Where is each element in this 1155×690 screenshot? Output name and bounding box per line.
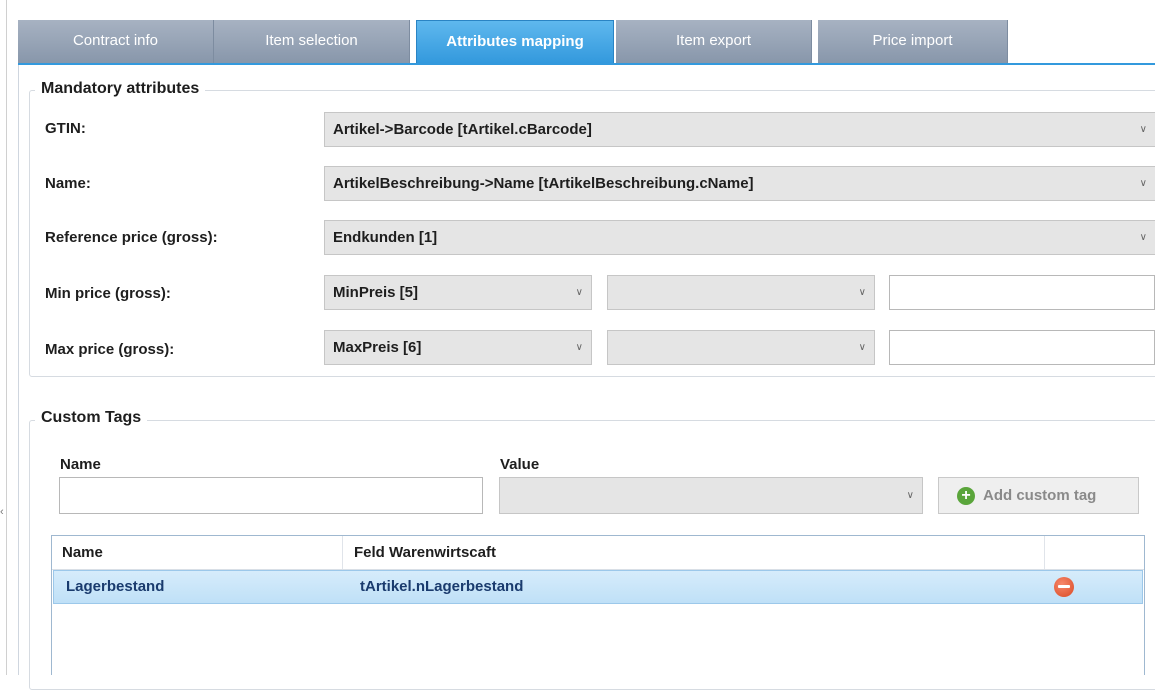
max-price-value: MaxPreis [6] — [333, 339, 422, 356]
tab-item-export[interactable]: Item export — [616, 20, 812, 64]
name-select[interactable]: ArtikelBeschreibung->Name [tArtikelBesch… — [324, 166, 1155, 201]
max-price-select[interactable]: MaxPreis [6] ∨ — [324, 330, 592, 365]
row-field-cell: tArtikel.nLagerbestand — [360, 578, 524, 595]
tab-item-selection[interactable]: Item selection — [214, 20, 410, 64]
tag-name-label: Name — [60, 456, 101, 473]
chevron-down-icon: ∨ — [1139, 232, 1147, 243]
chevron-down-icon: ∨ — [906, 490, 914, 501]
min-price-value: MinPreis [5] — [333, 284, 419, 301]
tab-attributes-mapping[interactable]: Attributes mapping — [416, 20, 614, 64]
gtin-select[interactable]: Artikel->Barcode [tArtikel.cBarcode] ∨ — [324, 112, 1155, 147]
reference-price-label: Reference price (gross): — [45, 229, 218, 246]
tag-value-select[interactable]: ∨ — [499, 477, 923, 514]
tag-value-label: Value — [500, 456, 540, 473]
max-price-label: Max price (gross): — [45, 341, 175, 358]
tab-contract-info[interactable]: Contract info — [18, 20, 214, 64]
max-price-secondary-select[interactable]: ∨ — [607, 330, 875, 365]
add-custom-tag-label: Add custom tag — [983, 487, 1097, 504]
chevron-down-icon: ∨ — [1139, 178, 1147, 189]
row-name-cell: Lagerbestand — [66, 578, 165, 595]
tag-name-input[interactable] — [59, 477, 483, 514]
reference-price-value: Endkunden [1] — [333, 229, 438, 246]
name-label: Name: — [45, 175, 91, 192]
column-separator — [342, 536, 343, 569]
column-separator — [1044, 536, 1045, 569]
gtin-value: Artikel->Barcode [tArtikel.cBarcode] — [333, 121, 592, 138]
chevron-down-icon: ∨ — [575, 287, 583, 298]
column-header-field[interactable]: Feld Warenwirtscaft — [354, 536, 496, 569]
plus-circle-icon: + — [957, 487, 975, 505]
min-price-label: Min price (gross): — [45, 285, 171, 302]
table-row[interactable]: Lagerbestand tArtikel.nLagerbestand — [53, 570, 1143, 604]
name-value: ArtikelBeschreibung->Name [tArtikelBesch… — [333, 175, 754, 192]
custom-tags-title: Custom Tags — [35, 409, 148, 427]
collapse-arrow-icon[interactable]: ‹ — [0, 506, 4, 518]
grid-header: Name Feld Warenwirtscaft — [52, 536, 1144, 570]
tab-price-import[interactable]: Price import — [818, 20, 1008, 64]
add-custom-tag-button[interactable]: + Add custom tag — [938, 477, 1139, 514]
chevron-down-icon: ∨ — [858, 342, 866, 353]
min-price-secondary-select[interactable]: ∨ — [607, 275, 875, 310]
gtin-label: GTIN: — [45, 120, 86, 137]
reference-price-select[interactable]: Endkunden [1] ∨ — [324, 220, 1155, 255]
window-edge — [6, 0, 7, 675]
min-price-select[interactable]: MinPreis [5] ∨ — [324, 275, 592, 310]
mandatory-attributes-title: Mandatory attributes — [35, 80, 206, 98]
chevron-down-icon: ∨ — [575, 342, 583, 353]
chevron-down-icon: ∨ — [1139, 124, 1147, 135]
min-price-input[interactable] — [889, 275, 1155, 310]
column-header-name[interactable]: Name — [62, 536, 103, 569]
max-price-input[interactable] — [889, 330, 1155, 365]
custom-tags-grid: Name Feld Warenwirtscaft Lagerbestand tA… — [51, 535, 1145, 675]
minus-circle-icon[interactable] — [1054, 577, 1074, 597]
chevron-down-icon: ∨ — [858, 287, 866, 298]
